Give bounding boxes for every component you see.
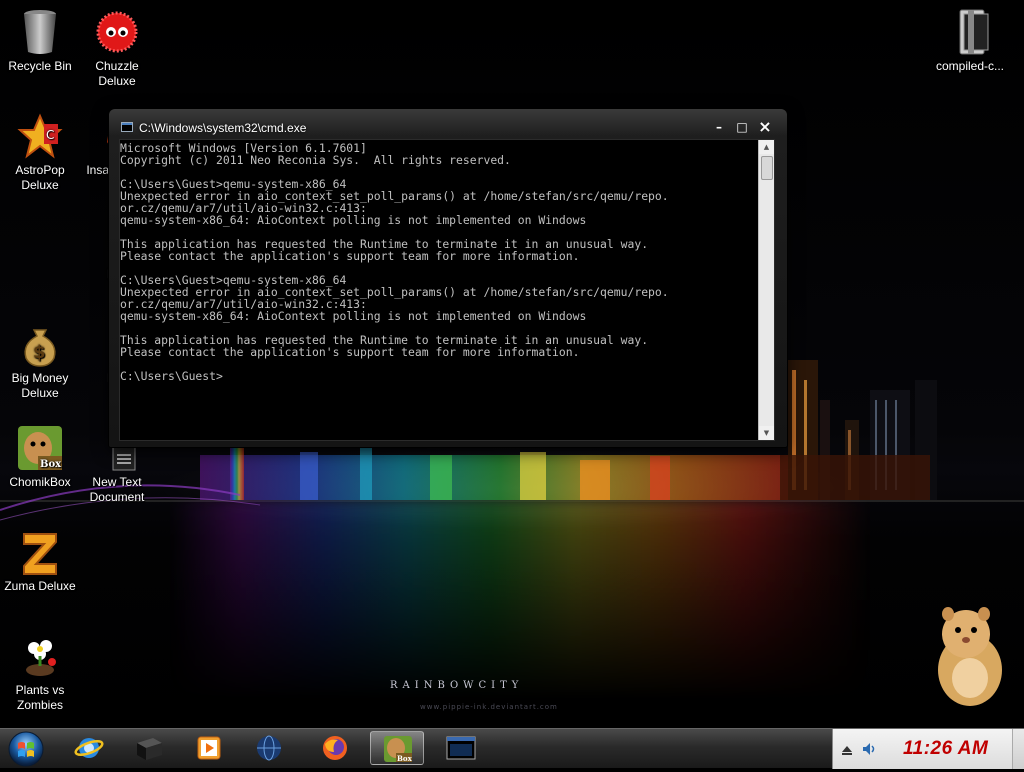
show-hidden-icons-icon[interactable] (839, 741, 855, 757)
chuzzle-icon (93, 8, 141, 56)
water-reflection (170, 500, 870, 700)
scroll-thumb[interactable] (761, 156, 773, 180)
maximize-button[interactable]: □ (732, 120, 752, 134)
taskbar-item-cmd[interactable] (434, 731, 488, 765)
desktop-icon-zuma[interactable]: Zuma Deluxe (0, 528, 80, 594)
desktop-icon-astropop[interactable]: C AstroPop Deluxe (0, 112, 80, 193)
desktop-icon-plants-vs-zombies[interactable]: Plants vs Zombies (0, 632, 80, 713)
scroll-down-icon[interactable]: ▼ (759, 426, 774, 440)
desktop-icon-compiled[interactable]: compiled-c... (930, 8, 1010, 74)
cmd-icon (121, 122, 133, 132)
desktop-icon-label: Big Money Deluxe (11, 371, 69, 400)
wallpaper-brand: RAINBOWCITY (390, 680, 524, 691)
cmd-window[interactable]: C:\Windows\system32\cmd.exe – □ × Micros… (109, 109, 787, 447)
desktop-icon-label: Chuzzle Deluxe (95, 59, 139, 88)
desktop-icon-label: New Text Document (89, 475, 145, 504)
recycle-bin-icon (16, 8, 64, 56)
firefox-icon (323, 736, 347, 760)
desktop-icon-label: compiled-c... (935, 59, 1005, 73)
volume-icon[interactable] (861, 741, 877, 757)
internet-explorer-icon (74, 738, 104, 758)
money-bag-icon: $ (16, 320, 64, 368)
globe-icon (257, 735, 281, 761)
plants-vs-zombies-icon (16, 632, 64, 680)
cmd-icon (446, 736, 476, 760)
chomikbox-icon: Box (16, 424, 64, 472)
desktop-icon-recycle-bin[interactable]: Recycle Bin (0, 8, 80, 74)
vertical-scrollbar[interactable]: ▲ ▼ (758, 140, 774, 440)
cmd-console[interactable]: Microsoft Windows [Version 6.1.7601] Cop… (119, 139, 775, 441)
minimize-button[interactable]: – (709, 120, 729, 134)
desktop-icon-label: Recycle Bin (8, 59, 72, 73)
desktop-icon-chuzzle[interactable]: Chuzzle Deluxe (77, 8, 157, 89)
hamster-mascot (920, 600, 1010, 710)
scroll-up-icon[interactable]: ▲ (759, 140, 774, 154)
cmd-titlebar[interactable]: C:\Windows\system32\cmd.exe – □ × (109, 109, 787, 139)
black-box-icon (137, 738, 162, 760)
taskbar-item-window-manager[interactable] (122, 731, 176, 765)
desktop-icon-label: Zuma Deluxe (4, 579, 76, 593)
chomikbox-icon: Box (384, 736, 413, 763)
taskbar-item-media-player[interactable] (182, 731, 236, 765)
taskbar-clock[interactable]: 11:26 AM (903, 738, 988, 760)
desktop-icon-label: AstroPop Deluxe (15, 163, 65, 192)
desktop-icon-chomikbox[interactable]: Box ChomikBox (0, 424, 80, 490)
desktop-icon-label: ChomikBox (9, 475, 71, 489)
windows-orb-icon (8, 731, 44, 767)
desktop-icon-label: Plants vs Zombies (15, 683, 65, 712)
svg-text:Box: Box (40, 459, 62, 470)
taskbar-item-globe[interactable] (242, 731, 296, 765)
cmd-window-title: C:\Windows\system32\cmd.exe (139, 121, 307, 135)
start-button[interactable] (4, 730, 48, 768)
desktop-icon-big-money[interactable]: $ Big Money Deluxe (0, 320, 80, 401)
astropop-icon: C (16, 112, 64, 160)
taskbar-item-internet-explorer[interactable] (62, 731, 116, 765)
zuma-icon (16, 528, 64, 576)
svg-text:Box: Box (397, 754, 413, 763)
svg-text:$: $ (33, 342, 46, 363)
show-desktop-button[interactable] (1012, 729, 1024, 769)
svg-text:C: C (46, 128, 54, 142)
taskbar: Box 11:26 AM (0, 728, 1024, 769)
wallpaper-url: www.pippie-ink.deviantart.com (420, 703, 558, 711)
taskbar-item-firefox[interactable] (308, 731, 362, 765)
taskbar-item-chomikbox[interactable]: Box (370, 731, 424, 765)
console-output: Microsoft Windows [Version 6.1.7601] Cop… (120, 141, 669, 383)
close-button[interactable]: × (755, 119, 775, 135)
archive-file-icon (946, 8, 994, 56)
media-player-icon (197, 736, 221, 760)
system-tray: 11:26 AM (832, 729, 1024, 769)
